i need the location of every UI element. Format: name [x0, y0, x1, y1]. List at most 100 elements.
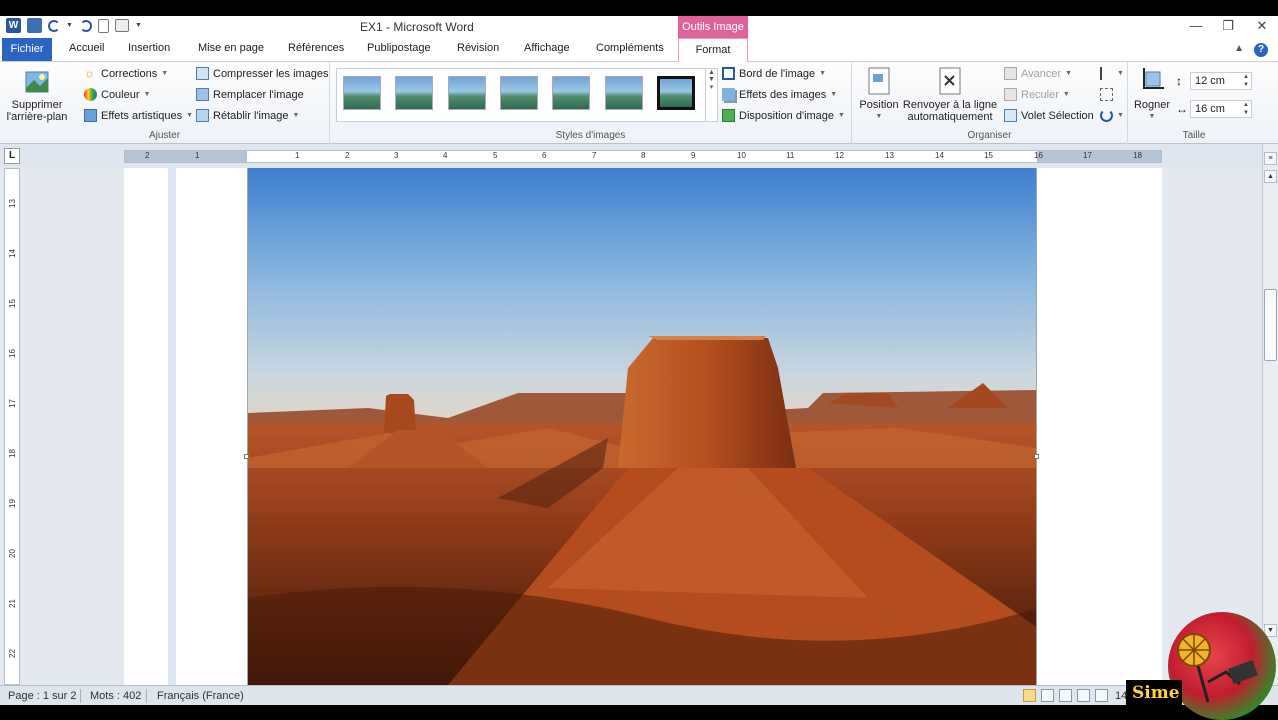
rogner-button[interactable]: Rogner ▼ — [1132, 66, 1172, 123]
picture-style-thumb[interactable] — [500, 76, 538, 110]
tab-format[interactable]: Format — [678, 38, 748, 62]
tab-mise-en-page[interactable]: Mise en page — [198, 42, 264, 54]
tab-references[interactable]: Références — [288, 42, 344, 54]
chevron-down-icon: ▼ — [830, 91, 838, 98]
gallery-scroll-buttons[interactable]: ▲ ▼ ▾ — [705, 69, 717, 121]
spinner-arrows-icon[interactable]: ▲ ▼ — [1243, 73, 1249, 89]
selection-pane-icon — [1004, 109, 1017, 122]
picture-border-icon — [722, 67, 735, 80]
reculer-button[interactable]: Reculer ▼ — [1004, 88, 1070, 101]
height-spinner[interactable]: 12 cm ▲ ▼ — [1190, 72, 1252, 90]
outline-view-icon[interactable] — [1077, 689, 1090, 702]
logo-artwork-icon — [1177, 633, 1258, 703]
resize-handle-right[interactable] — [1034, 454, 1039, 459]
retablir-image-button[interactable]: Rétablir l'image ▼ — [196, 109, 299, 122]
send-backward-icon — [1004, 88, 1017, 101]
retablir-label: Rétablir l'image — [213, 109, 289, 122]
corrections-button[interactable]: ☼ Corrections ▼ — [84, 67, 168, 80]
chevron-down-icon: ▼ — [1062, 91, 1070, 98]
position-button[interactable]: Position ▼ — [856, 66, 902, 123]
effets-images-button[interactable]: Effets des images ▼ — [722, 88, 837, 101]
redo-icon[interactable] — [80, 19, 92, 32]
restore-button[interactable]: ❐ — [1218, 18, 1238, 34]
resize-handle-left[interactable] — [244, 454, 249, 459]
scroll-up-icon[interactable]: ▲ — [1264, 170, 1277, 183]
tab-selector[interactable]: L — [4, 148, 20, 164]
scrollbar-thumb[interactable] — [1264, 289, 1277, 361]
tab-revision[interactable]: Révision — [457, 42, 499, 54]
width-spinner[interactable]: 16 cm ▲ ▼ — [1190, 100, 1252, 118]
bord-image-button[interactable]: Bord de l'image ▼ — [722, 67, 826, 80]
avancer-button[interactable]: Avancer ▼ — [1004, 67, 1072, 80]
compresser-images-button[interactable]: Compresser les images — [196, 67, 329, 80]
tab-affichage[interactable]: Affichage — [524, 42, 570, 54]
picture-style-thumb[interactable] — [343, 76, 381, 110]
spinner-arrows-icon[interactable]: ▲ ▼ — [1243, 101, 1249, 117]
align-button[interactable]: ▼ — [1100, 67, 1124, 80]
undo-dropdown-icon[interactable]: ▼ — [66, 22, 74, 29]
save-icon[interactable] — [27, 18, 42, 33]
chevron-down-icon: ▼ — [292, 112, 300, 119]
wrap-text-icon — [939, 67, 961, 95]
ruler-number: 18 — [1133, 151, 1142, 160]
web-layout-view-icon[interactable] — [1059, 689, 1072, 702]
print-layout-view-icon[interactable] — [1023, 689, 1036, 702]
avancer-label: Avancer — [1021, 67, 1062, 80]
horizontal-ruler[interactable]: 2 1 1 2 3 4 5 6 7 8 9 10 11 12 13 14 15 … — [124, 150, 1162, 163]
minimize-button[interactable]: — — [1186, 18, 1206, 33]
effets-label: Effets des images — [739, 88, 827, 101]
tab-fichier[interactable]: Fichier — [2, 38, 52, 61]
view-ruler-icon[interactable]: ≡ — [1264, 152, 1277, 165]
ruler-number: 17 — [7, 399, 17, 408]
document-image-desert[interactable] — [247, 168, 1037, 685]
remove-background-icon — [25, 71, 49, 93]
ruler-number: 1 — [295, 151, 300, 160]
picture-style-thumb[interactable] — [448, 76, 486, 110]
customize-qat-icon[interactable]: ▼ — [135, 22, 143, 29]
rotate-button[interactable]: ▼ — [1100, 109, 1124, 122]
group-objects-button[interactable] — [1100, 88, 1113, 101]
remplacer-image-button[interactable]: Remplacer l'image — [196, 88, 304, 101]
tab-insertion[interactable]: Insertion — [128, 42, 170, 54]
remove-background-label-1: Supprimer — [11, 99, 63, 111]
word-count[interactable]: Mots : 402 — [90, 690, 141, 702]
tab-accueil[interactable]: Accueil — [69, 42, 104, 54]
effets-artistiques-button[interactable]: Effets artistiques ▼ — [84, 109, 193, 122]
disposition-image-button[interactable]: Disposition d'image ▼ — [722, 109, 845, 122]
minimize-ribbon-icon[interactable]: ▲ — [1234, 43, 1244, 57]
close-button[interactable]: ✕ — [1252, 18, 1272, 34]
status-separator — [80, 689, 81, 703]
remove-background-button[interactable]: Supprimer l'arrière-plan — [4, 66, 70, 123]
group-icon — [1100, 88, 1113, 101]
ruler-number: 16 — [1034, 151, 1043, 160]
disposition-label: Disposition d'image — [739, 109, 835, 122]
chevron-down-icon: ▼ — [161, 70, 169, 77]
picture-style-thumb-selected[interactable] — [657, 76, 695, 110]
word-app-icon[interactable]: W — [6, 18, 21, 33]
page-count[interactable]: Page : 1 sur 2 — [8, 690, 77, 702]
undo-icon[interactable] — [48, 19, 60, 32]
picture-style-thumb[interactable] — [605, 76, 643, 110]
print-preview-icon[interactable] — [115, 19, 129, 32]
help-icon[interactable]: ? — [1254, 43, 1268, 57]
language-indicator[interactable]: Français (France) — [157, 690, 244, 702]
ruler-number: 18 — [7, 449, 17, 458]
ruler-number: 20 — [7, 549, 17, 558]
full-screen-view-icon[interactable] — [1041, 689, 1054, 702]
tab-complements[interactable]: Compléments — [596, 42, 664, 54]
couleur-button[interactable]: Couleur ▼ — [84, 88, 150, 101]
tab-publipostage[interactable]: Publipostage — [367, 42, 431, 54]
chevron-down-icon: ▼ — [1117, 112, 1124, 119]
picture-effects-icon — [722, 88, 735, 101]
vertical-ruler[interactable]: 13 14 15 16 17 18 19 20 21 22 — [4, 168, 20, 685]
ruler-number: 4 — [443, 151, 448, 160]
volet-selection-button[interactable]: Volet Sélection — [1004, 109, 1094, 122]
new-document-icon[interactable] — [98, 18, 109, 33]
renvoyer-ligne-button[interactable]: Renvoyer à la ligne automatiquement — [902, 66, 998, 123]
chevron-down-icon: ▼ — [1117, 70, 1124, 77]
picture-style-thumb[interactable] — [552, 76, 590, 110]
draft-view-icon[interactable] — [1095, 689, 1108, 702]
vertical-scrollbar[interactable]: ≡ ▲ ▼ — [1262, 144, 1278, 685]
picture-style-thumb[interactable] — [395, 76, 433, 110]
chevron-down-icon: ▼ — [1148, 113, 1156, 120]
